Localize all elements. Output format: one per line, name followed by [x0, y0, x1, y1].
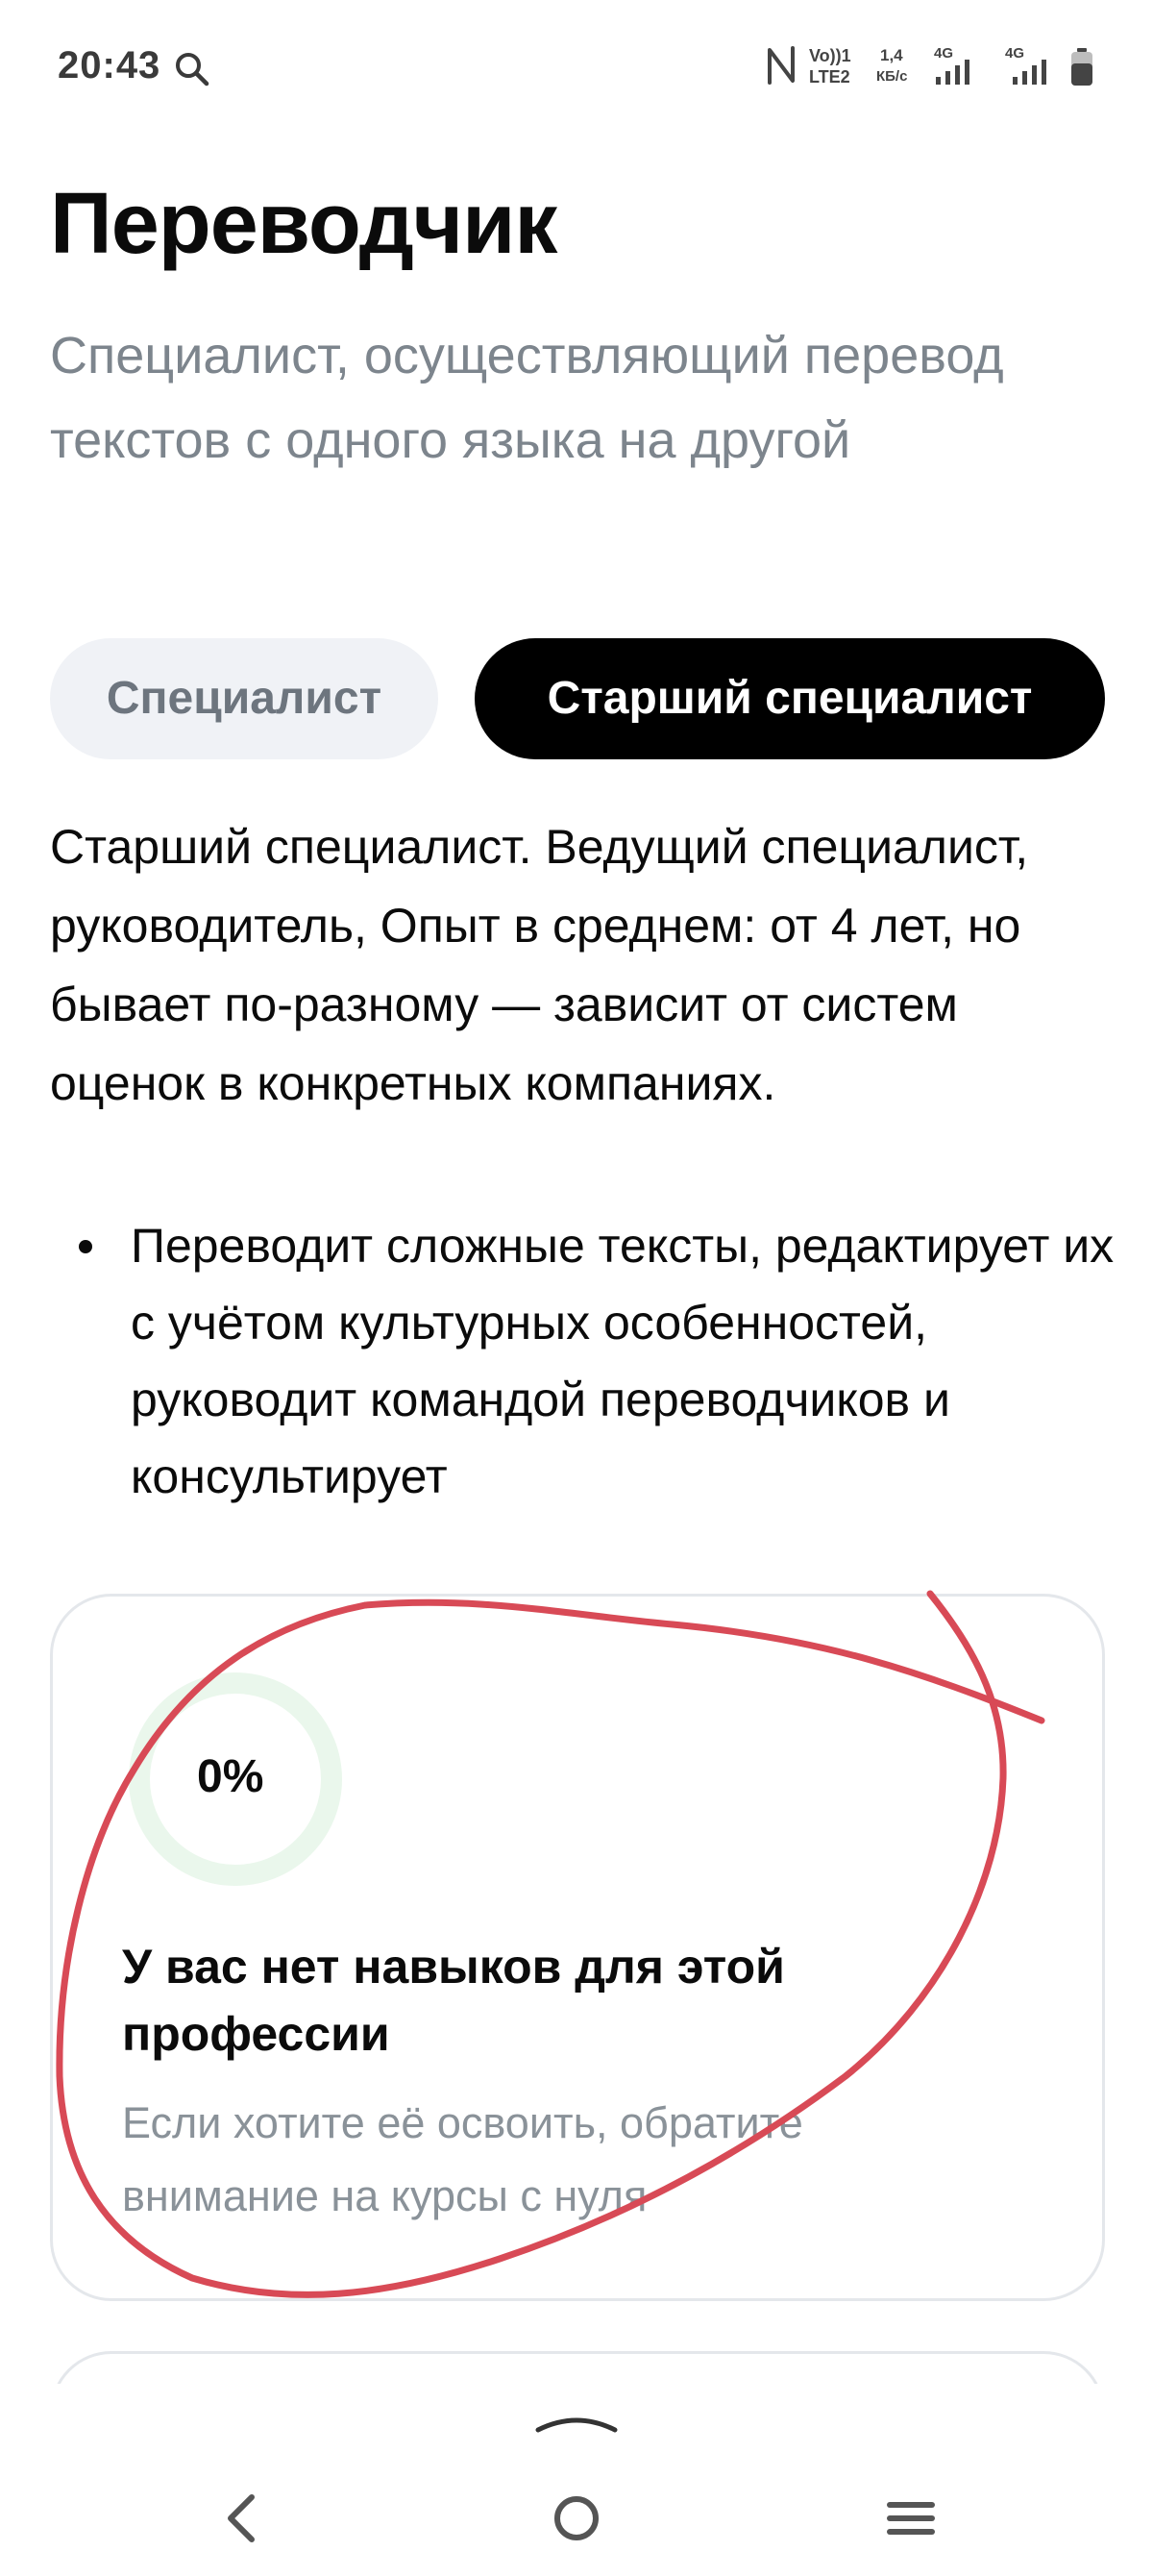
bullet-icon — [79, 1240, 92, 1253]
skills-card-heading: У вас нет навыков для этой профессии — [122, 1940, 785, 2061]
search-icon — [176, 53, 209, 87]
skills-progress-value: 0% — [197, 1751, 264, 1802]
status-time: 20:43 — [58, 44, 161, 87]
battery-icon — [1071, 48, 1092, 86]
volte-top-label: Vo))1 — [809, 46, 851, 65]
status-bar: 20:43 Vo))1 LTE2 1,4 КБ/с 4G 4G — [0, 0, 1153, 135]
duties-list: Переводит сложные тексты, редактирует их… — [50, 1207, 1116, 1515]
tab-specialist[interactable]: Специалист — [50, 638, 438, 759]
speed-unit: КБ/с — [876, 68, 908, 85]
speed-value: 1,4 — [880, 46, 903, 64]
list-item: Переводит сложные тексты, редактирует их… — [50, 1207, 1116, 1515]
status-indicators: Vo))1 LTE2 1,4 КБ/с 4G 4G — [765, 42, 1101, 90]
page-title: Переводчик — [50, 176, 557, 272]
signal-icon — [1013, 60, 1046, 85]
menu-icon[interactable] — [872, 2480, 949, 2557]
skills-match-card[interactable]: 0% У вас нет навыков для этой профессии … — [50, 1594, 1105, 2301]
chevron-up-icon[interactable] — [534, 2407, 619, 2436]
home-icon[interactable] — [538, 2480, 615, 2557]
volte-bottom-label: LTE2 — [809, 67, 850, 87]
level-description: Старший специалист. Ведущий специалист, … — [50, 820, 1029, 1110]
app-screen: 20:43 Vo))1 LTE2 1,4 КБ/с 4G 4G Переводч… — [0, 0, 1153, 2576]
skills-card-hint: Если хотите её освоить, обратите внимани… — [122, 2098, 803, 2220]
system-navigation-bar — [0, 2384, 1153, 2576]
tab-senior-specialist[interactable]: Старший специалист — [475, 638, 1105, 759]
back-icon[interactable] — [204, 2480, 281, 2557]
nfc-icon — [768, 46, 795, 85]
duty-text: Переводит сложные тексты, редактирует их… — [131, 1219, 1115, 1503]
signal-icon — [936, 60, 969, 85]
page-subtitle: Специалист, осуществляющий перевод текст… — [50, 327, 1004, 469]
